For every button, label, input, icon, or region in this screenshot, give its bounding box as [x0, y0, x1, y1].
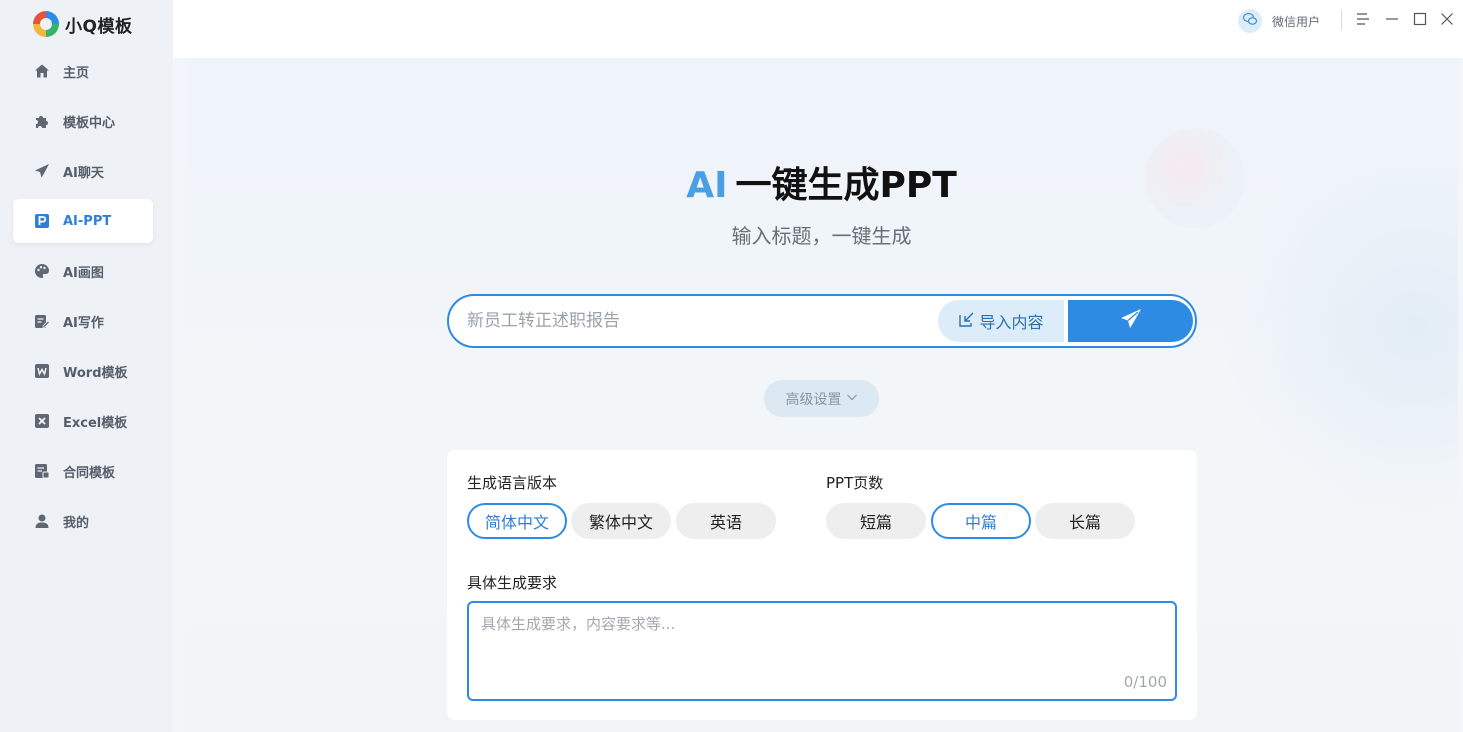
user-name[interactable]: 微信用户: [1272, 13, 1320, 30]
requirements-box: 0/100: [467, 601, 1177, 701]
sidebar-item-home[interactable]: 主页: [13, 49, 153, 93]
sidebar: 小Q模板 主页 模板中心 AI聊天 AI-PPT AI画图 AI写作 Word模…: [0, 0, 173, 732]
character-counter: 0/100: [1123, 673, 1167, 691]
topic-input[interactable]: [467, 306, 927, 336]
sidebar-item-label: 我的: [63, 515, 90, 531]
home-icon: [34, 63, 50, 79]
sidebar-item-label: 主页: [63, 65, 90, 81]
minimize-icon[interactable]: [1384, 11, 1400, 27]
language-label: 生成语言版本: [467, 474, 558, 492]
sidebar-item-label: AI聊天: [63, 165, 104, 181]
page-option-short[interactable]: 短篇: [826, 503, 926, 539]
sidebar-nav: 主页 模板中心 AI聊天 AI-PPT AI画图 AI写作 Word模板 Exc…: [13, 49, 153, 549]
advanced-settings-label: 高级设置: [785, 391, 842, 408]
page-subtitle: 输入标题，一键生成: [731, 224, 912, 248]
sidebar-item-contract-templates[interactable]: 合同模板: [13, 449, 153, 493]
send-icon: [1120, 308, 1142, 334]
sidebar-item-ai-draw[interactable]: AI画图: [13, 249, 153, 293]
requirements-input[interactable]: [481, 613, 1161, 673]
sidebar-item-label: AI-PPT: [63, 213, 112, 229]
sidebar-item-word-templates[interactable]: Word模板: [13, 349, 153, 393]
menu-icon[interactable]: [1355, 11, 1371, 27]
logo-icon: [33, 11, 59, 37]
title-text: 一键生成PPT: [735, 165, 957, 206]
title-bar: 微信用户: [173, 0, 1463, 58]
sidebar-item-templates[interactable]: 模板中心: [13, 99, 153, 143]
sidebar-item-label: Excel模板: [63, 415, 128, 431]
ppt-icon: [34, 213, 50, 229]
import-icon: [958, 311, 975, 332]
excel-icon: [34, 413, 50, 429]
advanced-settings-toggle[interactable]: 高级设置: [764, 380, 879, 417]
close-icon[interactable]: [1439, 11, 1455, 27]
maximize-icon[interactable]: [1412, 11, 1428, 27]
page-title: AI 一键生成PPT: [185, 156, 1458, 208]
word-icon: [34, 363, 50, 379]
puzzle-icon: [34, 113, 50, 129]
chevron-down-icon: [846, 391, 858, 407]
app-name: 小Q模板: [65, 16, 133, 37]
edit-doc-icon: [34, 313, 50, 329]
wechat-avatar[interactable]: [1238, 9, 1262, 33]
sidebar-item-mine[interactable]: 我的: [13, 499, 153, 543]
sidebar-item-excel-templates[interactable]: Excel模板: [13, 399, 153, 443]
contract-icon: [34, 463, 50, 479]
page-option-medium[interactable]: 中篇: [931, 503, 1031, 539]
import-content-button[interactable]: 导入内容: [938, 300, 1064, 342]
advanced-settings-panel: 生成语言版本 简体中文 繁体中文 英语 PPT页数 短篇 中篇 长篇 具体生成要…: [447, 450, 1197, 720]
import-label: 导入内容: [979, 313, 1044, 332]
main-content: AI一键生成PPT 输入标题，一键生成 导入内容 高级设置 生成语言版本 简体中…: [185, 58, 1458, 732]
sidebar-item-ai-ppt[interactable]: AI-PPT: [13, 199, 153, 243]
page-option-long[interactable]: 长篇: [1035, 503, 1135, 539]
user-icon: [34, 513, 50, 529]
page-count-label: PPT页数: [826, 474, 884, 492]
sidebar-item-label: AI画图: [63, 265, 104, 281]
generate-button[interactable]: [1068, 300, 1193, 342]
language-option-traditional[interactable]: 繁体中文: [571, 503, 671, 539]
paper-plane-icon: [34, 163, 50, 179]
sidebar-item-label: Word模板: [63, 365, 128, 381]
sidebar-item-ai-write[interactable]: AI写作: [13, 299, 153, 343]
sidebar-item-label: AI写作: [63, 315, 104, 331]
palette-icon: [34, 263, 50, 279]
divider: [1341, 10, 1342, 30]
title-ai: AI: [686, 165, 728, 206]
language-option-simplified[interactable]: 简体中文: [467, 503, 567, 539]
wechat-icon: [1242, 11, 1258, 31]
sidebar-item-label: 合同模板: [63, 465, 116, 481]
requirements-label: 具体生成要求: [467, 574, 558, 592]
topic-search-bar: 导入内容: [447, 294, 1197, 348]
language-option-english[interactable]: 英语: [676, 503, 776, 539]
sidebar-item-ai-chat[interactable]: AI聊天: [13, 149, 153, 193]
sidebar-item-label: 模板中心: [63, 115, 116, 131]
app-logo[interactable]: 小Q模板: [33, 10, 132, 38]
